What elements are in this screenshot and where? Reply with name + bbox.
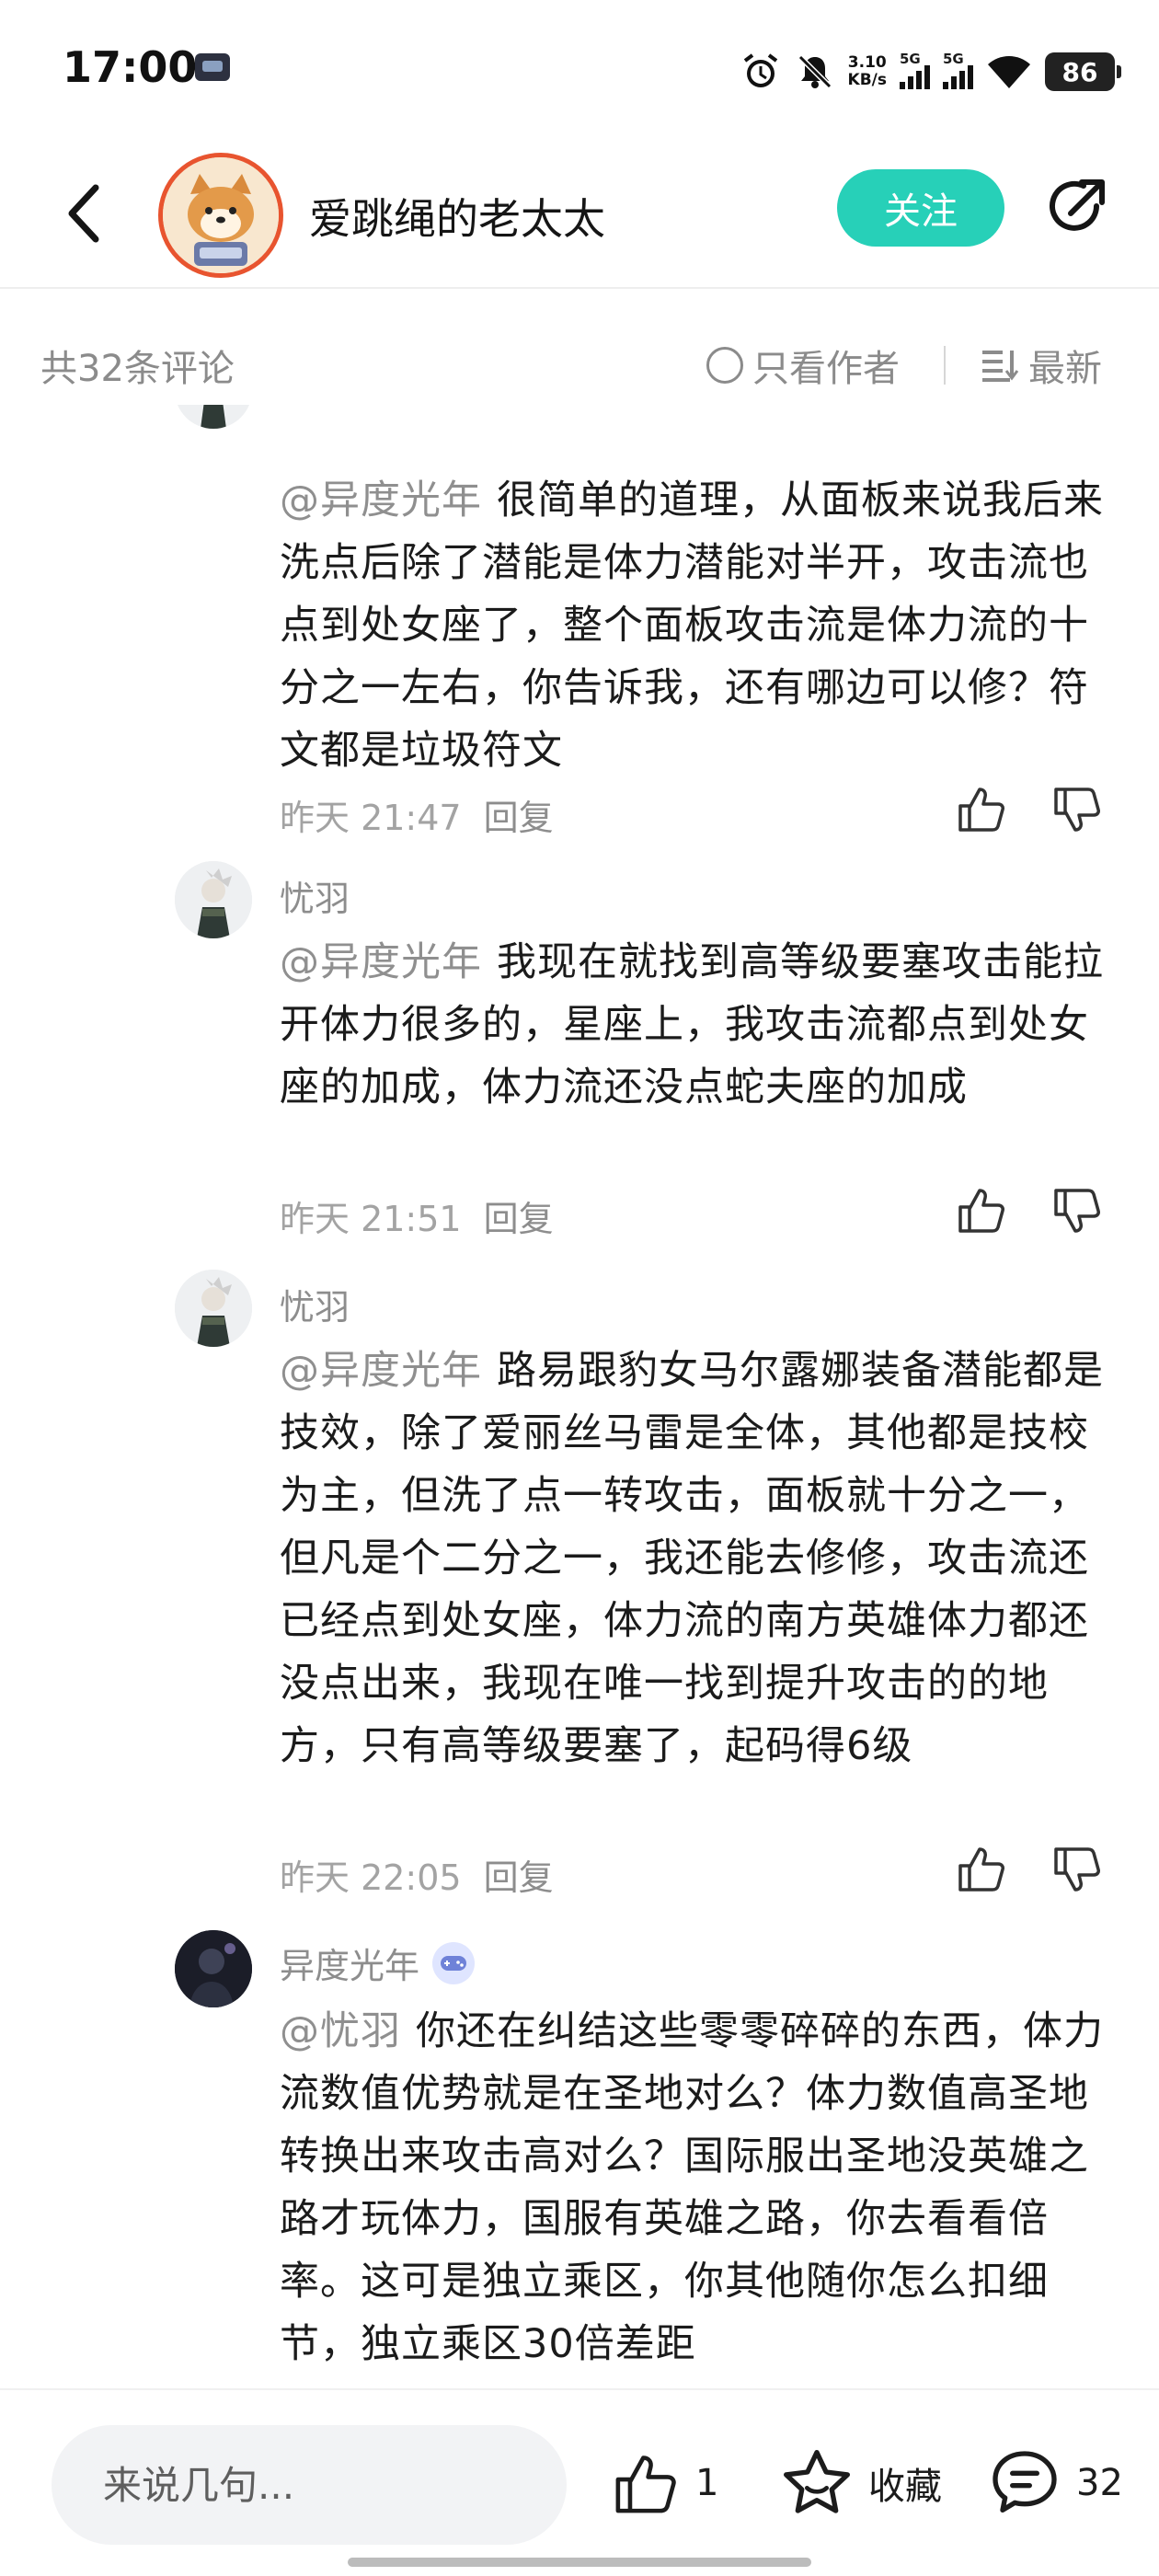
back-button[interactable] — [55, 177, 120, 250]
wifi-icon — [986, 53, 1032, 90]
commenter-name[interactable]: 忧羽 — [280, 870, 350, 921]
mention-link[interactable]: @异度光年 — [280, 477, 482, 523]
filter-divider — [944, 346, 946, 385]
star-icon — [784, 2450, 850, 2513]
like-count: 1 — [695, 2462, 719, 2504]
commenter-avatar[interactable] — [175, 861, 252, 938]
thumbs-down-icon — [1054, 788, 1100, 832]
status-bar: 17:00 3.10 KB/s 5G 5G 86 — [0, 0, 1159, 138]
comment-body: @异度光年 很简单的道理，从面板来说我后来洗点后除了潜能是体力潜能对半开，攻击流也… — [280, 469, 1107, 782]
comment-count-label: 共32条评论 — [40, 348, 235, 390]
status-icons: 3.10 KB/s 5G 5G 86 — [740, 46, 1121, 98]
ninja-avatar-image — [175, 861, 252, 938]
bottom-action-bar: 1 收藏 32 — [0, 2388, 1159, 2576]
share-icon — [1050, 179, 1105, 231]
dislike-button[interactable] — [1050, 1185, 1104, 1238]
comment-meta: 昨天 22:05 回复 — [280, 1849, 554, 1900]
chevron-left-icon — [68, 184, 99, 243]
thumbs-up-icon — [958, 1189, 1004, 1233]
comment-bubble-icon — [993, 2451, 1057, 2513]
commenter-avatar[interactable] — [175, 405, 252, 429]
home-indicator[interactable] — [348, 2558, 811, 2567]
dislike-button[interactable] — [1050, 1844, 1104, 1897]
mute-bell-icon — [795, 52, 835, 92]
shiba-avatar-image — [163, 157, 279, 273]
sort-latest-toggle[interactable]: 最新 — [981, 339, 1102, 392]
comment-time: 昨天 21:51 — [280, 1199, 462, 1239]
follow-button[interactable]: 关注 — [837, 169, 1004, 247]
ninja-avatar-image — [175, 405, 252, 429]
app-notification-icon — [195, 53, 230, 81]
mention-link[interactable]: @忧羽 — [280, 2008, 401, 2054]
like-post-button[interactable]: 1 — [611, 2442, 718, 2524]
comments-button[interactable]: 32 — [988, 2442, 1123, 2524]
share-button[interactable] — [1039, 171, 1113, 245]
signal-2-icon: 5G — [943, 51, 973, 89]
author-avatar[interactable] — [158, 153, 283, 278]
comment-item: 忧羽 @异度光年 路易跟豹女马尔露娜装备潜能都是技效，除了爱丽丝马雷是全体，其他都… — [0, 1270, 1159, 1914]
mention-link[interactable]: @异度光年 — [280, 939, 482, 985]
status-time: 17:00 — [63, 42, 198, 92]
mention-link[interactable]: @异度光年 — [280, 1348, 482, 1394]
sort-icon — [982, 351, 1019, 382]
comment-text: 路易跟豹女马尔露娜装备潜能都是技效，除了爱丽丝马雷是全体，其他都是技校为主，但洗… — [280, 1348, 1104, 1769]
signal-1-icon: 5G — [900, 51, 930, 89]
comment-body: @异度光年 路易跟豹女马尔露娜装备潜能都是技效，除了爱丽丝马雷是全体，其他都是技校… — [280, 1340, 1107, 1777]
dislike-button[interactable] — [1050, 784, 1104, 837]
network-speed: 3.10 KB/s — [847, 53, 887, 89]
comment-item: 异度光年 @忧羽 你还在纠结这些零零碎碎的东西，体力流数值优势就是在圣地对么？体力… — [0, 1930, 1159, 2388]
ninja-avatar-image — [175, 1270, 252, 1347]
comment-body: @异度光年 我现在就找到高等级要塞攻击能拉开体力很多的，星座上，我攻击流都点到处女… — [280, 931, 1107, 1119]
comment-input[interactable] — [52, 2425, 567, 2545]
commenter-avatar[interactable] — [175, 1930, 252, 2007]
comment-item: 忧羽 @异度光年 我现在就找到高等级要塞攻击能拉开体力很多的，星座上，我攻击流都点… — [0, 861, 1159, 1248]
thumbs-down-icon — [1054, 1847, 1100, 1892]
like-button[interactable] — [955, 1183, 1008, 1236]
like-button[interactable] — [955, 1842, 1008, 1895]
author-name[interactable]: 爱跳绳的老太太 — [309, 186, 605, 247]
reply-button[interactable]: 回复 — [484, 1849, 554, 1900]
sort-latest-label: 最新 — [1028, 348, 1102, 390]
alarm-icon — [740, 51, 782, 93]
radio-circle-icon — [706, 347, 743, 384]
post-header: 爱跳绳的老太太 关注 — [0, 138, 1159, 289]
game-controller-badge-icon — [432, 1941, 476, 1984]
thumbs-down-icon — [1054, 1189, 1100, 1233]
commenter-name[interactable]: 异度光年 — [280, 1938, 476, 1988]
reply-button[interactable]: 回复 — [484, 789, 554, 840]
battery-indicator: 86 — [1045, 52, 1121, 91]
commenter-avatar[interactable] — [175, 1270, 252, 1347]
reply-button[interactable]: 回复 — [484, 1190, 554, 1241]
comment-meta: 昨天 21:47 回复 — [280, 789, 554, 840]
comment-list: @异度光年 很简单的道理，从面板来说我后来洗点后除了潜能是体力潜能对半开，攻击流也… — [0, 405, 1159, 2388]
comment-total: 32 — [1076, 2462, 1123, 2504]
comment-meta: 昨天 21:51 回复 — [280, 1190, 554, 1241]
comment-item: @异度光年 很简单的道理，从面板来说我后来洗点后除了潜能是体力潜能对半开，攻击流也… — [0, 405, 1159, 838]
author-only-toggle[interactable]: 只看作者 — [706, 339, 900, 392]
comment-time: 昨天 22:05 — [280, 1857, 462, 1898]
comment-filter-bar: 共32条评论 只看作者 最新 — [0, 328, 1159, 401]
thumbs-up-icon — [958, 788, 1004, 832]
comment-text: 你还在纠结这些零零碎碎的东西，体力流数值优势就是在圣地对么？体力数值高圣地转换出… — [280, 2008, 1104, 2367]
favorite-button[interactable]: 收藏 — [780, 2442, 942, 2524]
favorite-label: 收藏 — [868, 2466, 942, 2508]
author-only-label: 只看作者 — [752, 348, 900, 390]
dark-portrait-avatar-image — [175, 1930, 252, 2007]
thumbs-up-icon — [615, 2455, 676, 2513]
like-button[interactable] — [955, 782, 1008, 835]
thumbs-up-icon — [958, 1847, 1004, 1892]
comment-body: @忧羽 你还在纠结这些零零碎碎的东西，体力流数值优势就是在圣地对么？体力数值高圣地… — [280, 2000, 1107, 2375]
comment-time: 昨天 21:47 — [280, 798, 462, 838]
commenter-name[interactable]: 忧羽 — [280, 1279, 350, 1329]
